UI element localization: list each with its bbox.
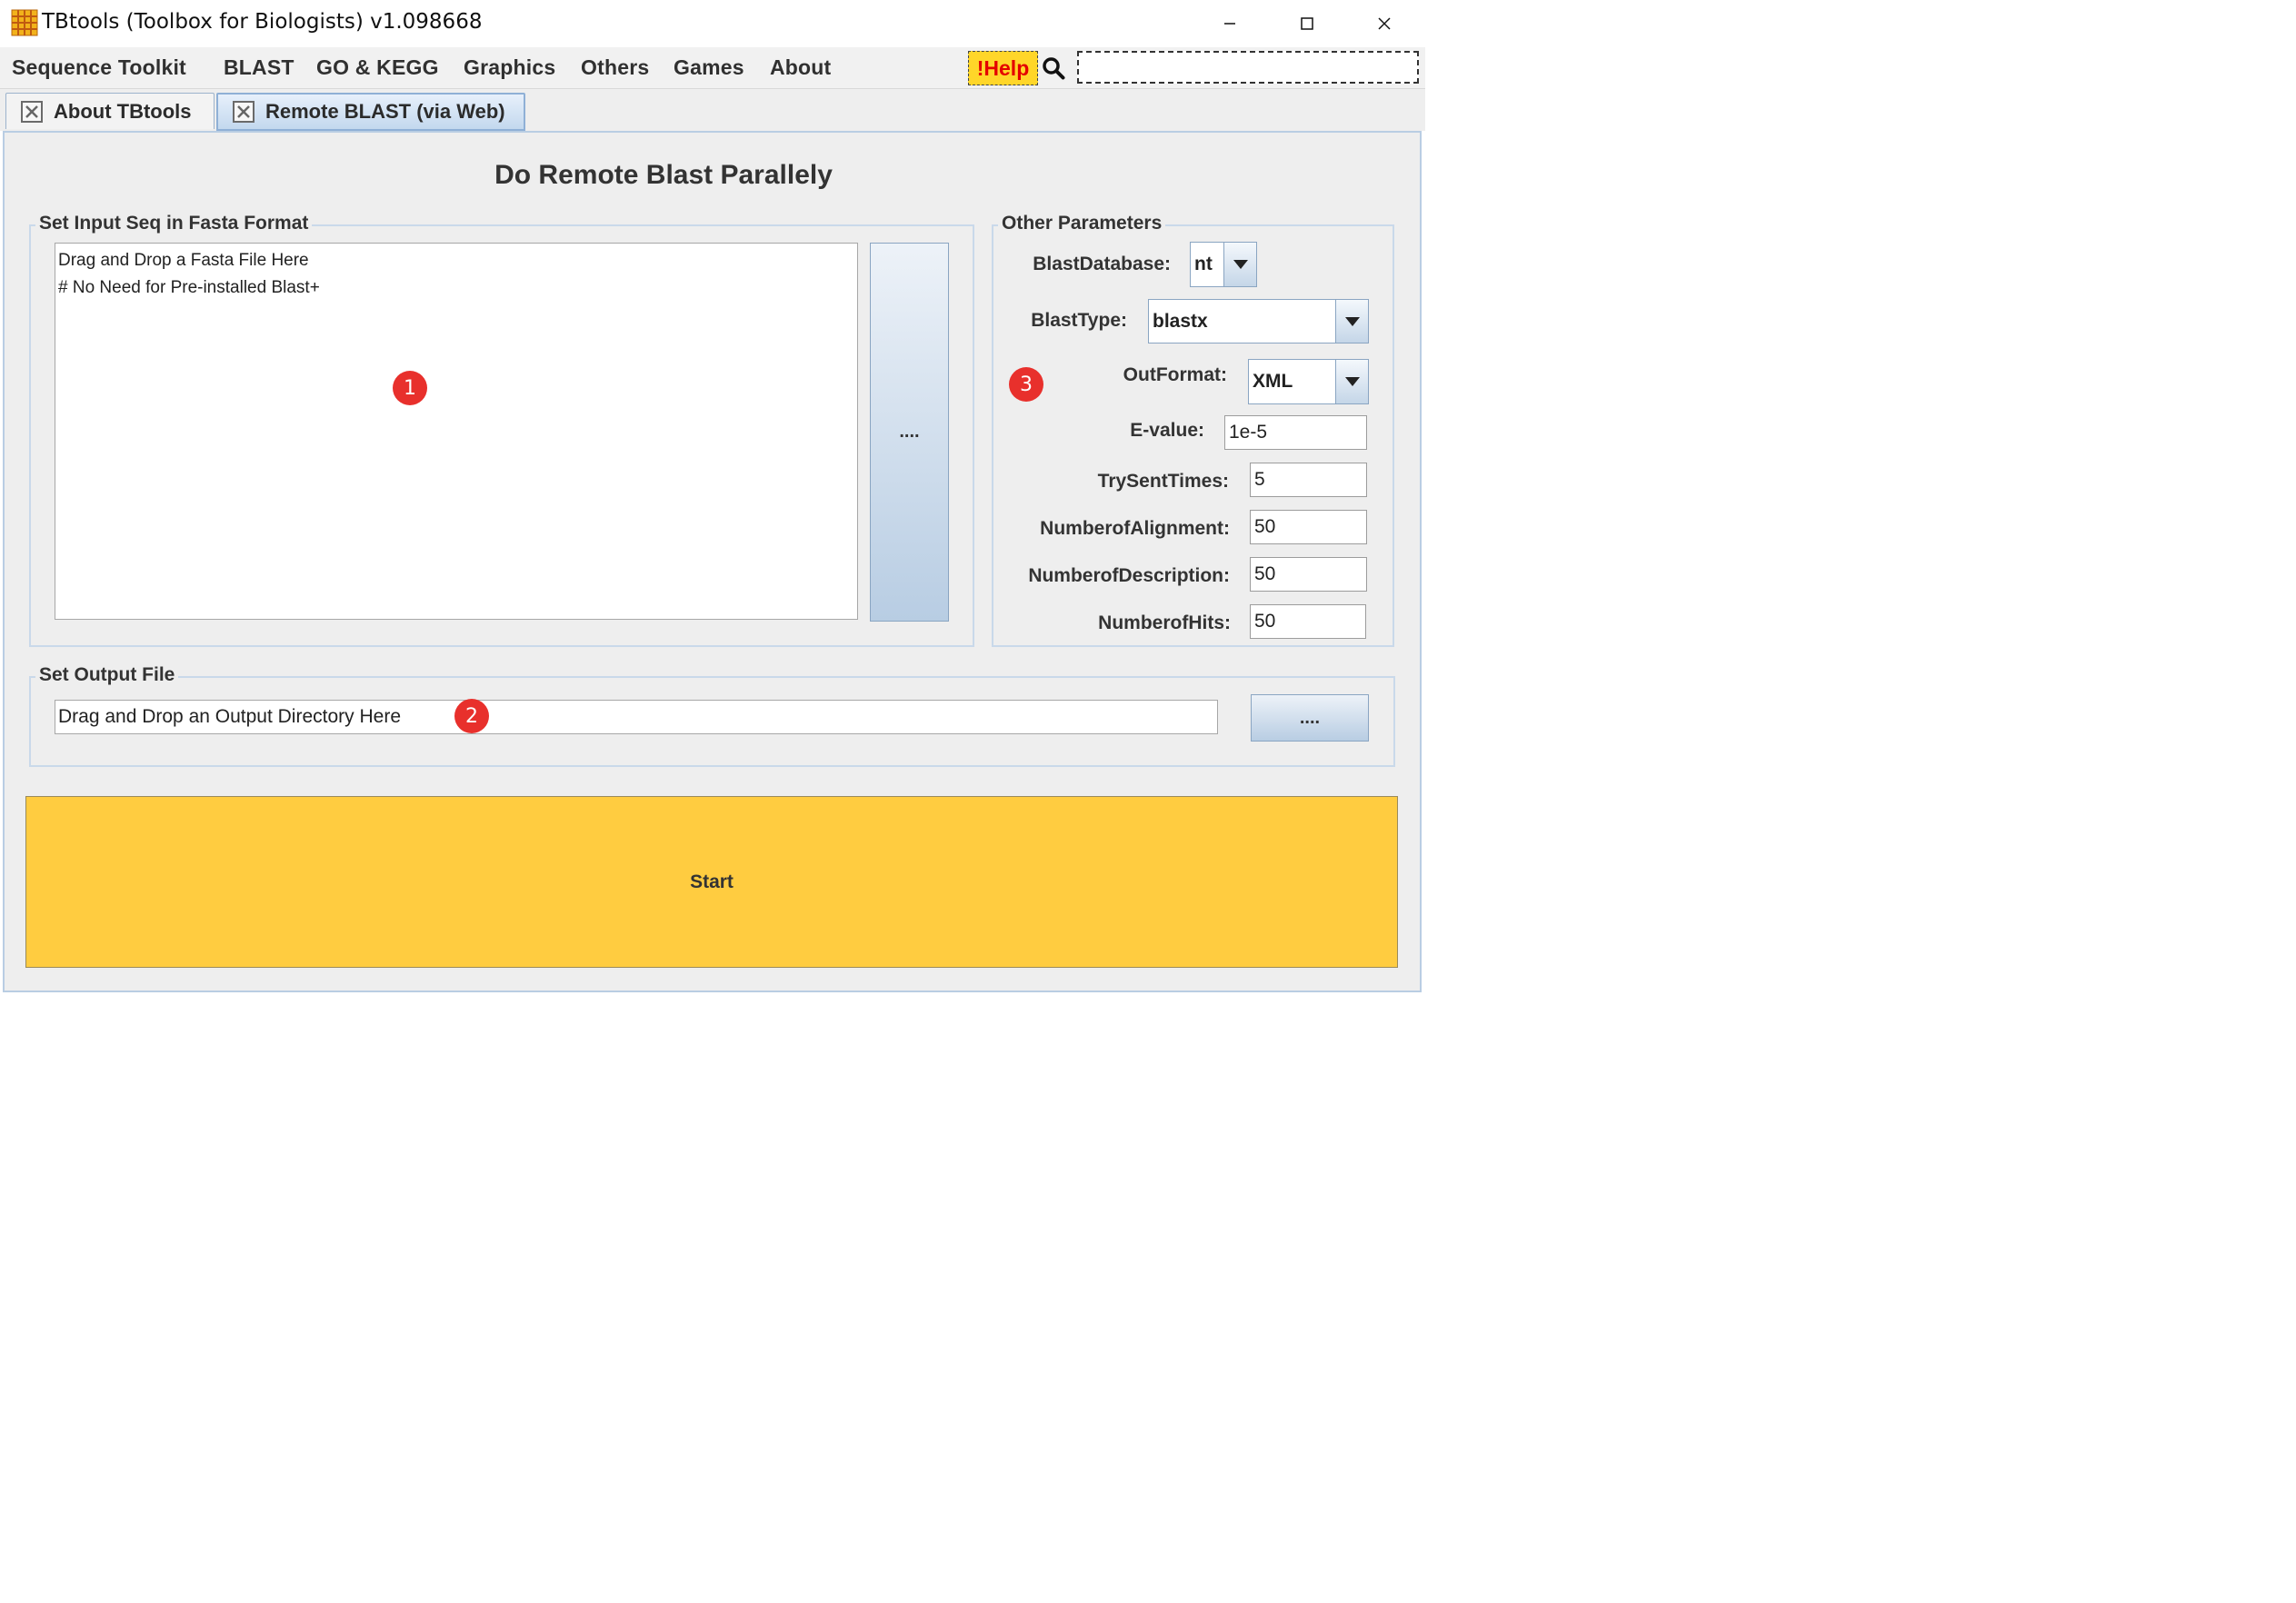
output-directory-input[interactable]: Drag and Drop an Output Directory Here xyxy=(55,700,1218,734)
try-sent-times-label: TrySentTimes: xyxy=(1097,471,1229,492)
number-of-alignment-input[interactable]: 50 xyxy=(1250,510,1367,544)
tab-close-icon[interactable] xyxy=(21,100,43,123)
minimize-icon xyxy=(1224,23,1235,25)
number-of-hits-label: NumberofHits: xyxy=(1098,612,1231,633)
maximize-icon xyxy=(1301,17,1313,30)
start-button[interactable]: Start xyxy=(25,796,1398,968)
tab-label: About TBtools xyxy=(54,99,192,123)
menu-graphics[interactable]: Graphics xyxy=(464,55,555,80)
close-button[interactable] xyxy=(1345,0,1423,47)
close-icon xyxy=(1378,17,1391,30)
out-format-select[interactable]: XML xyxy=(1248,359,1369,404)
annotation-badge-1: 1 xyxy=(393,371,427,405)
tab-close-icon[interactable] xyxy=(233,101,255,123)
number-of-description-label: NumberofDescription: xyxy=(1028,565,1230,586)
page-title: Do Remote Blast Parallely xyxy=(494,160,833,190)
blast-database-label: BlastDatabase: xyxy=(1033,254,1171,274)
menu-about[interactable]: About xyxy=(770,55,831,80)
menu-go-kegg[interactable]: GO & KEGG xyxy=(316,55,439,80)
blast-type-value: blastx xyxy=(1149,300,1335,343)
tab-label: Remote BLAST (via Web) xyxy=(265,100,505,123)
out-format-label: OutFormat: xyxy=(1123,364,1227,385)
blast-type-label: BlastType: xyxy=(1031,310,1127,331)
menu-others[interactable]: Others xyxy=(581,55,649,80)
browse-output-button[interactable]: .... xyxy=(1251,694,1369,742)
chevron-down-icon[interactable] xyxy=(1335,360,1368,403)
chevron-down-icon[interactable] xyxy=(1335,300,1368,343)
textarea-line: Drag and Drop a Fasta File Here xyxy=(58,251,309,270)
blast-database-select[interactable]: nt xyxy=(1190,242,1257,287)
fasta-input-textarea[interactable]: Drag and Drop a Fasta File Here # No Nee… xyxy=(55,243,858,620)
params-group-title: Other Parameters xyxy=(998,213,1166,234)
search-icon[interactable] xyxy=(1042,56,1065,80)
tab-about-tbtools[interactable]: About TBtools xyxy=(5,93,215,129)
evalue-label: E-value: xyxy=(1130,420,1204,441)
window-title: TBtools (Toolbox for Biologists) v1.0986… xyxy=(42,10,483,34)
number-of-hits-input[interactable]: 50 xyxy=(1250,604,1366,639)
textarea-line: # No Need for Pre-installed Blast+ xyxy=(58,278,320,297)
annotation-badge-2: 2 xyxy=(454,699,489,733)
search-input[interactable] xyxy=(1077,51,1419,84)
out-format-value: XML xyxy=(1249,360,1335,403)
tbtools-logo-icon xyxy=(11,9,38,36)
tab-remote-blast[interactable]: Remote BLAST (via Web) xyxy=(216,93,525,131)
number-of-alignment-label: NumberofAlignment: xyxy=(1040,518,1230,539)
number-of-description-input[interactable]: 50 xyxy=(1250,557,1367,592)
blast-type-select[interactable]: blastx xyxy=(1148,299,1369,344)
menu-sequence-toolkit[interactable]: Sequence Toolkit xyxy=(12,55,186,80)
chevron-down-icon[interactable] xyxy=(1223,243,1256,286)
menu-blast[interactable]: BLAST xyxy=(224,55,294,80)
menu-games[interactable]: Games xyxy=(674,55,744,80)
help-button[interactable]: !Help xyxy=(968,51,1038,85)
maximize-button[interactable] xyxy=(1268,0,1346,47)
browse-input-button[interactable]: .... xyxy=(870,243,949,622)
input-group-title: Set Input Seq in Fasta Format xyxy=(35,213,313,234)
evalue-input[interactable]: 1e-5 xyxy=(1224,415,1367,450)
blast-database-value: nt xyxy=(1191,243,1223,286)
minimize-button[interactable] xyxy=(1191,0,1269,47)
output-group-title: Set Output File xyxy=(35,664,179,686)
annotation-badge-3: 3 xyxy=(1009,367,1043,402)
try-sent-times-input[interactable]: 5 xyxy=(1250,463,1367,497)
